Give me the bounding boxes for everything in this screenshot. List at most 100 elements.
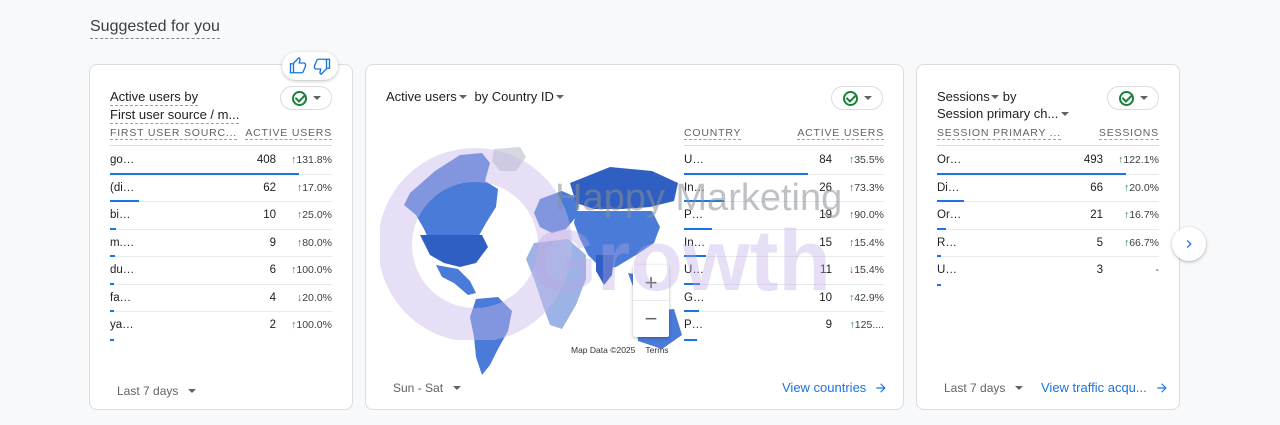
insight-status-button[interactable] [831,86,883,110]
row-change-value: 42.9% [854,291,884,304]
table-row[interactable]: Indonesia 15 ↑15.4% [684,230,884,257]
date-range-select[interactable]: Sun - Sat [393,381,462,395]
metric-label: Active users [386,89,457,104]
table-row[interactable]: Germany 10 ↑42.9% [684,285,884,312]
row-value: 6 [269,264,276,276]
view-countries-link[interactable]: View countries [782,380,888,395]
table-row[interactable]: Unassigned 3 - [937,257,1159,286]
card-title[interactable]: Active users by First user source / m... [110,88,245,124]
card-title: Sessions by Session primary ch... [937,88,1070,122]
row-change-value: 17.0% [302,181,332,194]
table-row[interactable]: m.facebook.com / re... 9 ↑80.0% [110,230,332,257]
thumb-down-icon[interactable] [313,57,331,75]
check-circle-icon [842,90,858,106]
chevron-down-icon [1015,386,1024,390]
by-label: by [1002,89,1017,104]
row-label: Germany [684,291,706,304]
table-row[interactable]: bing / organic 10 ↑25.0% [110,202,332,230]
row-change: ↑42.9% [849,292,884,304]
arrow-up-icon: ↑ [849,319,855,331]
table-row[interactable]: facebook.com / refer... 4 ↓20.0% [110,285,332,312]
card-active-users-by-country: Active users by Country ID + − Map Data … [365,64,904,410]
table-row[interactable]: google / organic 408 ↑131.8% [110,147,332,175]
table-row[interactable]: yahoo / organic 2 ↑100.0% [110,312,332,341]
map-region-usa [420,235,488,267]
row-change-value: 125.... [854,319,884,331]
row-change: ↓15.4% [849,264,884,276]
map-region-africa [526,239,586,329]
table-row[interactable]: (direct) / (none) 62 ↑17.0% [110,175,332,202]
column-header-sessions[interactable]: SESSIONS [1098,127,1159,140]
row-value: 84 [819,154,832,166]
map-terms-link[interactable]: Terms [645,345,668,355]
table-row[interactable]: Organic Social 21 ↑16.7% [937,202,1159,230]
row-label: bing / organic [110,209,136,221]
column-header-channel[interactable]: SESSION PRIMARY ... [937,127,1061,140]
chevron-down-icon [990,95,999,99]
table-row[interactable]: United States 84 ↑35.5% [684,147,884,175]
view-traffic-acquisition-link[interactable]: View traffic acqu... [1041,380,1169,395]
insight-status-button[interactable] [1107,86,1159,110]
date-range-select[interactable]: Last 7 days [944,381,1024,395]
column-header-active-users[interactable]: ACTIVE USERS [245,127,332,140]
thumb-up-icon[interactable] [289,57,307,75]
map-region-south-america [470,297,512,375]
dimension-selector[interactable]: by Country ID [474,89,564,104]
row-change-value: 35.5% [854,154,884,166]
card-title-line2: First user source / m... [110,107,240,124]
row-value: 10 [263,209,276,221]
table-row[interactable]: United Kingdom 11 ↓15.4% [684,257,884,285]
arrow-right-icon [876,382,886,393]
card-title: Active users by Country ID [386,88,564,105]
next-cards-button[interactable] [1172,227,1206,261]
dimension-label: by Country ID [474,89,554,104]
row-change-value: 131.8% [296,154,332,166]
view-traffic-label: View traffic acqu... [1041,380,1147,395]
column-header-active-users[interactable]: ACTIVE USERS [797,127,884,140]
metric-label: Sessions [937,89,990,104]
column-header-source[interactable]: FIRST USER SOURC... [110,127,238,140]
table-row[interactable]: Referral 5 ↑66.7% [937,230,1159,257]
metric-selector[interactable]: Sessions [937,89,1003,104]
row-value: 66 [1090,181,1103,194]
row-label: duckduckgo / organic [110,264,136,276]
table-row[interactable]: Organic Search 493 ↑122.1% [937,147,1159,175]
row-value: 9 [825,319,832,331]
row-change: ↑20.0% [1124,182,1159,194]
zoom-out-button[interactable]: − [633,301,669,337]
row-change: ↑90.0% [849,209,884,221]
date-range-label: Last 7 days [944,381,1006,395]
zoom-in-button[interactable]: + [633,265,669,301]
table-row[interactable]: India 26 ↑73.3% [684,175,884,202]
row-change-value: 20.0% [1129,181,1159,194]
column-header-country[interactable]: COUNTRY [684,127,742,140]
row-change-value: 25.0% [302,209,332,221]
row-value: 493 [1083,154,1103,166]
row-label: Direct [937,181,963,194]
dimension-selector[interactable]: Session primary ch... [937,106,1070,121]
map-region-india [596,255,614,285]
row-value: 9 [269,236,276,249]
row-change-value: 15.4% [854,264,884,276]
table-row[interactable]: Pakistan 9 ↑125.... [684,312,884,341]
table-row[interactable]: Philippines 19 ↑90.0% [684,202,884,230]
chevron-down-icon [863,96,872,100]
date-range-label: Last 7 days [117,384,179,398]
arrow-right-icon [1157,382,1167,393]
row-label: Philippines [684,209,706,221]
table-row[interactable]: Direct 66 ↑20.0% [937,175,1159,202]
row-label: facebook.com / refer... [110,291,136,304]
insight-status-button[interactable] [280,86,332,110]
map-zoom-controls: + − [633,265,669,337]
row-change: ↑100.0% [291,264,332,276]
date-range-select[interactable]: Last 7 days [117,384,197,398]
row-change-value: 20.0% [302,291,332,304]
table-header: COUNTRY ACTIVE USERS [684,127,884,146]
metric-selector[interactable]: Active users [386,89,471,104]
date-range-label: Sun - Sat [393,381,444,395]
row-change-value: 80.0% [302,236,332,249]
table-body: United States84↑35.5%India26↑73.3%Philip… [684,147,884,341]
table-row[interactable]: duckduckgo / organic 6 ↑100.0% [110,257,332,285]
row-change: ↑125.... [850,319,884,331]
section-title: Suggested for you [90,18,220,39]
